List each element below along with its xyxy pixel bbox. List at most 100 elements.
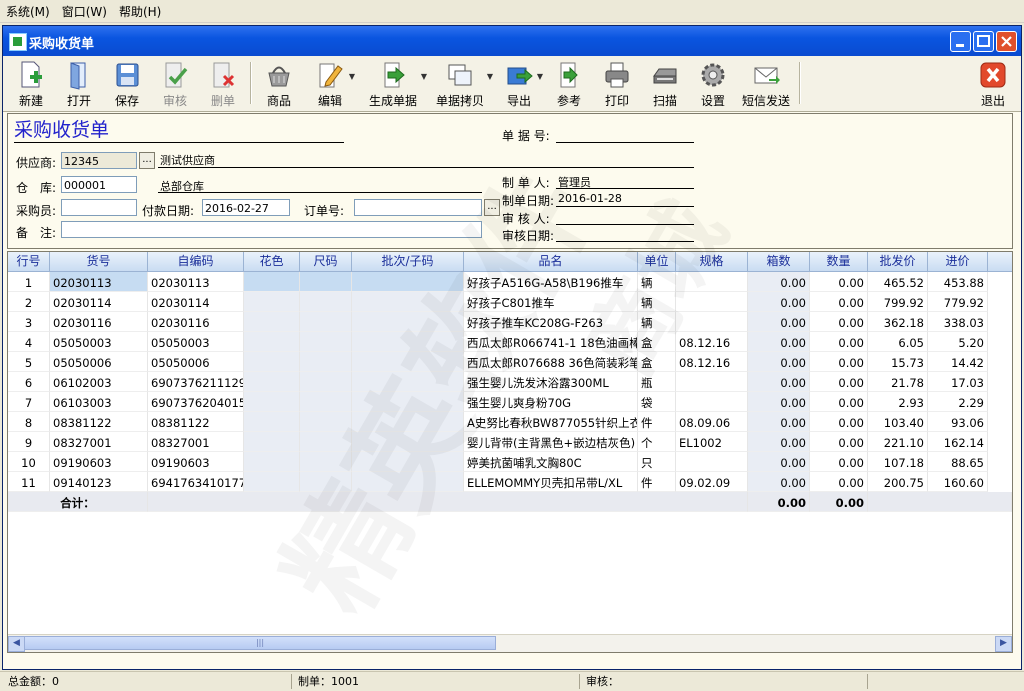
sms-send-button[interactable]: 短信发送 (739, 58, 793, 108)
cell-wholesale-price[interactable]: 2.93 (868, 392, 928, 412)
cell-box-qty[interactable]: 0.00 (748, 272, 810, 292)
col-header-quantity[interactable]: 数量 (810, 252, 868, 271)
cell-unit[interactable]: 件 (638, 412, 676, 432)
cell-spec[interactable]: 08.09.06 (676, 412, 748, 432)
cell-quantity[interactable]: 0.00 (810, 452, 868, 472)
col-header-self-code[interactable]: 自编码 (148, 252, 244, 271)
cell-box-qty[interactable]: 0.00 (748, 372, 810, 392)
cell-product-name[interactable]: 强生婴儿爽身粉70G (464, 392, 638, 412)
generate-dropdown-icon[interactable]: ▼ (421, 72, 427, 81)
cell-self-code[interactable]: 02030113 (148, 272, 244, 292)
col-header-unit[interactable]: 单位 (638, 252, 676, 271)
cell-box-qty[interactable]: 0.00 (748, 432, 810, 452)
cell-unit[interactable]: 个 (638, 432, 676, 452)
cell-size[interactable] (300, 452, 352, 472)
cell-size[interactable] (300, 372, 352, 392)
cell-unit[interactable]: 瓶 (638, 372, 676, 392)
cell-batch[interactable] (352, 452, 464, 472)
cell-spec[interactable]: 09.02.09 (676, 472, 748, 492)
audit-button[interactable]: 审核 (155, 58, 195, 108)
table-row[interactable]: 5 05050006 05050006 西瓜太郎R076688 36色简装彩笔盒 08.… (8, 352, 1012, 372)
cell-size[interactable] (300, 412, 352, 432)
minimize-button[interactable] (950, 31, 971, 52)
cell-product-name[interactable]: 婷美抗菌哺乳文胸80C (464, 452, 638, 472)
table-row[interactable]: 10 09190603 09190603 婷美抗菌哺乳文胸80C 只 0.00 0.00 10… (8, 452, 1012, 472)
cell-item-code[interactable]: 02030113 (50, 272, 148, 292)
cell-product-name[interactable]: 婴儿背带(主背黑色+嵌边桔灰色) (464, 432, 638, 452)
col-header-size[interactable]: 尺码 (300, 252, 352, 271)
cell-box-qty[interactable]: 0.00 (748, 472, 810, 492)
cell-size[interactable] (300, 472, 352, 492)
save-button[interactable]: 保存 (107, 58, 147, 108)
cell-wholesale-price[interactable]: 799.92 (868, 292, 928, 312)
cell-purchase-price[interactable]: 17.03 (928, 372, 988, 392)
delete-button[interactable]: 删单 (203, 58, 243, 108)
cell-size[interactable] (300, 312, 352, 332)
cell-row-no[interactable]: 10 (8, 452, 50, 472)
cell-row-no[interactable]: 11 (8, 472, 50, 492)
cell-box-qty[interactable]: 0.00 (748, 412, 810, 432)
menu-window[interactable]: 窗口(W) (56, 0, 113, 20)
cell-item-code[interactable]: 09190603 (50, 452, 148, 472)
cell-color[interactable] (244, 332, 300, 352)
cell-box-qty[interactable]: 0.00 (748, 292, 810, 312)
cell-quantity[interactable]: 0.00 (810, 332, 868, 352)
cell-product-name[interactable]: 强生婴儿洗发沐浴露300ML (464, 372, 638, 392)
supplier-lookup-button[interactable]: ... (139, 152, 155, 169)
scan-button[interactable]: 扫描 (645, 58, 685, 108)
cell-row-no[interactable]: 5 (8, 352, 50, 372)
cell-batch[interactable] (352, 432, 464, 452)
order-lookup-button[interactable]: ... (484, 199, 500, 216)
cell-spec[interactable] (676, 452, 748, 472)
maximize-button[interactable] (973, 31, 994, 52)
cell-purchase-price[interactable]: 88.65 (928, 452, 988, 472)
cell-wholesale-price[interactable]: 465.52 (868, 272, 928, 292)
cell-unit[interactable]: 辆 (638, 312, 676, 332)
cell-batch[interactable] (352, 312, 464, 332)
cell-batch[interactable] (352, 412, 464, 432)
col-header-wholesale-price[interactable]: 批发价 (868, 252, 928, 271)
cell-spec[interactable] (676, 392, 748, 412)
col-header-row-no[interactable]: 行号 (8, 252, 50, 271)
cell-spec[interactable]: EL1002 (676, 432, 748, 452)
cell-color[interactable] (244, 272, 300, 292)
cell-batch[interactable] (352, 292, 464, 312)
cell-purchase-price[interactable]: 779.92 (928, 292, 988, 312)
cell-unit[interactable]: 盒 (638, 332, 676, 352)
cell-purchase-price[interactable]: 160.60 (928, 472, 988, 492)
cell-row-no[interactable]: 1 (8, 272, 50, 292)
cell-color[interactable] (244, 472, 300, 492)
cell-item-code[interactable]: 02030114 (50, 292, 148, 312)
cell-spec[interactable]: 08.12.16 (676, 332, 748, 352)
menu-help[interactable]: 帮助(H) (113, 0, 167, 20)
cell-self-code[interactable]: 02030114 (148, 292, 244, 312)
cell-quantity[interactable]: 0.00 (810, 392, 868, 412)
table-row[interactable]: 1 02030113 02030113 好孩子A516G-A58\B196推车辆 0.0… (8, 272, 1012, 292)
cell-color[interactable] (244, 372, 300, 392)
cell-product-name[interactable]: 好孩子A516G-A58\B196推车 (464, 272, 638, 292)
cell-size[interactable] (300, 432, 352, 452)
table-row[interactable]: 8 08381122 08381122 A史努比春秋BW877055针织上衣件 08.0… (8, 412, 1012, 432)
cell-self-code[interactable]: 08381122 (148, 412, 244, 432)
cell-spec[interactable] (676, 292, 748, 312)
cell-row-no[interactable]: 7 (8, 392, 50, 412)
cell-self-code[interactable]: 6907376211129 (148, 372, 244, 392)
scrollbar-thumb[interactable]: ||| (24, 636, 496, 650)
cell-box-qty[interactable]: 0.00 (748, 332, 810, 352)
cell-item-code[interactable]: 06102003 (50, 372, 148, 392)
table-row[interactable]: 7 06103003 6907376204015 强生婴儿爽身粉70G 袋 0.00 0.0… (8, 392, 1012, 412)
cell-wholesale-price[interactable]: 200.75 (868, 472, 928, 492)
cell-product-name[interactable]: 好孩子推车KC208G-F263 (464, 312, 638, 332)
new-button[interactable]: 新建 (11, 58, 51, 108)
cell-size[interactable] (300, 272, 352, 292)
cell-product-name[interactable]: 西瓜太郎R066741-1 18色油画棒 (464, 332, 638, 352)
cell-unit[interactable]: 袋 (638, 392, 676, 412)
cell-self-code[interactable]: 08327001 (148, 432, 244, 452)
cell-color[interactable] (244, 452, 300, 472)
cell-unit[interactable]: 辆 (638, 292, 676, 312)
col-header-box-qty[interactable]: 箱数 (748, 252, 810, 271)
pay-date-field[interactable]: 2016-02-27 (202, 199, 290, 216)
cell-purchase-price[interactable]: 453.88 (928, 272, 988, 292)
cell-box-qty[interactable]: 0.00 (748, 452, 810, 472)
exit-button[interactable]: 退出 (973, 58, 1013, 108)
